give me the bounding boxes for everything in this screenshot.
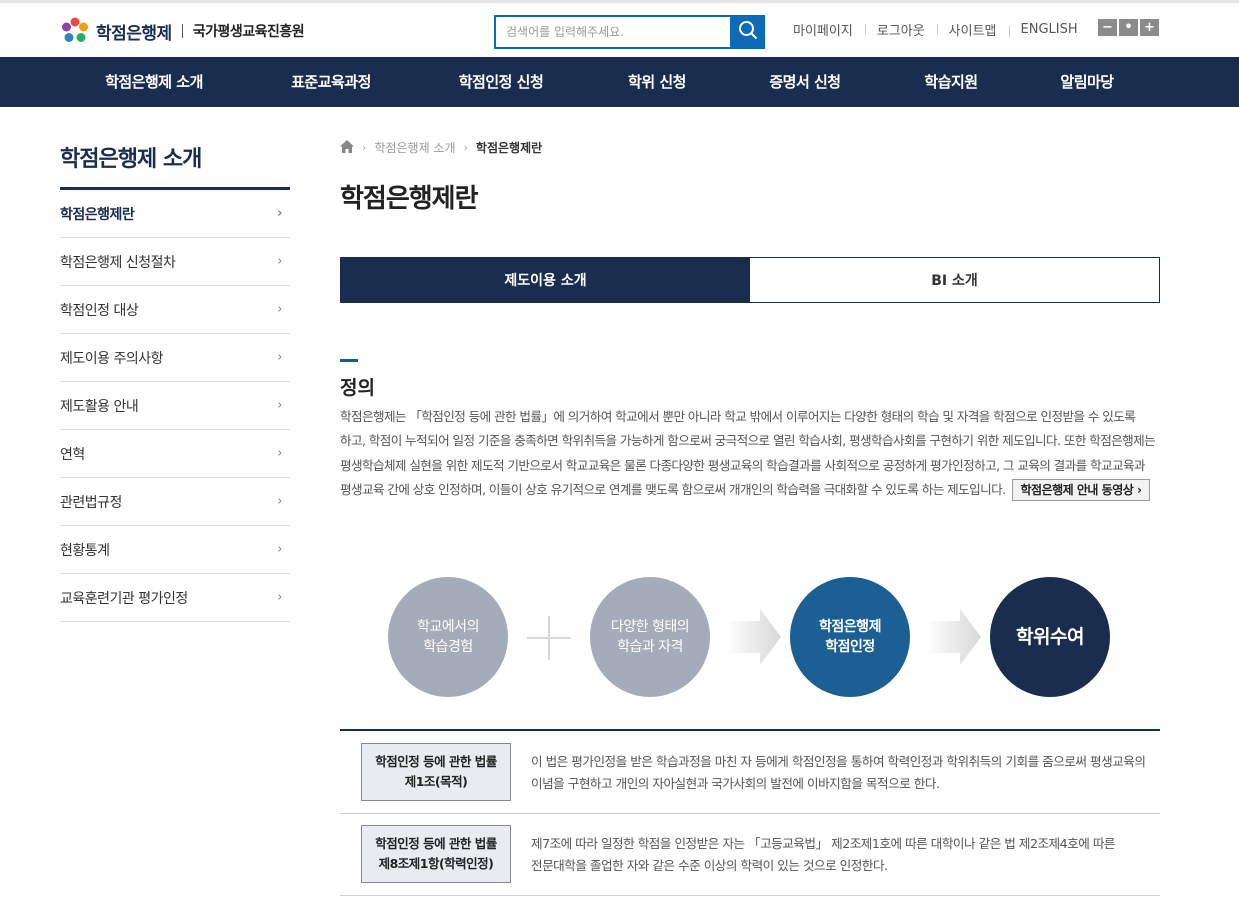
sidebar-title: 학점은행제 소개 — [60, 147, 202, 172]
sidebar-item-statistics[interactable]: 현황통계 › — [60, 526, 290, 574]
definition-title: 정의 — [340, 377, 375, 399]
arrow-right-icon — [726, 607, 781, 667]
gnb-item-degree-application[interactable]: 학위 신청 — [628, 57, 686, 107]
video-guide-label: 학점은행제 안내 동영상 — [1020, 482, 1134, 497]
page-title: 학점은행제란 — [340, 184, 479, 214]
logo-name: 학점은행제 — [96, 23, 172, 44]
step-school-learning: 학교에서의학습경험 — [388, 577, 508, 697]
logo-org: 국가평생교육진흥원 — [192, 24, 305, 40]
chevron-right-icon: › — [277, 590, 282, 605]
chevron-right-icon: › — [362, 141, 367, 154]
zoom-out-button[interactable]: − — [1098, 19, 1117, 36]
sidebar-item-label: 제도활용 안내 — [60, 398, 139, 415]
plus-icon — [527, 616, 571, 660]
step-line: 다양한 형태의 — [610, 619, 690, 635]
util-sitemap-link[interactable]: 사이트맵 — [936, 20, 1009, 39]
breadcrumb-current: 학점은행제란 — [475, 141, 543, 155]
section-marker — [340, 359, 358, 362]
sidebar-item-institution-eval[interactable]: 교육훈련기관 평가인정 › — [60, 574, 290, 622]
step-line: 학습경험 — [423, 639, 473, 655]
law-name-line: 제8조제1항(학력인정) — [378, 856, 494, 871]
law-name: 학점인정 등에 관한 법률제8조제1항(학력인정) — [361, 825, 511, 883]
tab-bi-intro[interactable]: BI 소개 — [750, 258, 1159, 302]
sidebar-item-history[interactable]: 연혁 › — [60, 430, 290, 478]
site-logo[interactable]: 학점은행제 국가평생교육진흥원 — [60, 16, 305, 46]
util-english-link[interactable]: ENGLISH — [1008, 22, 1090, 37]
law-name: 학점인정 등에 관한 법률제1조(목적) — [361, 743, 511, 801]
sidebar-item-label: 연혁 — [60, 446, 85, 463]
sidebar-item-eligibility[interactable]: 학점인정 대상 › — [60, 286, 290, 334]
gnb-item-intro[interactable]: 학점은행제 소개 — [105, 57, 203, 107]
step-line: 학점인정 — [825, 639, 875, 655]
logo-divider — [181, 24, 183, 38]
sidebar-item-label: 관련법규정 — [60, 494, 122, 511]
sidebar-item-label: 학점인정 대상 — [60, 302, 139, 319]
content-tabs: 제도이용 소개 BI 소개 — [340, 257, 1160, 303]
video-guide-button[interactable]: 학점은행제 안내 동영상 › — [1011, 478, 1151, 501]
step-various-learning: 다양한 형태의학습과 자격 — [590, 577, 710, 697]
gnb-item-notice[interactable]: 알림마당 — [1060, 57, 1114, 107]
global-nav: 학점은행제 소개 표준교육과정 학점인정 신청 학위 신청 증명서 신청 학습지… — [0, 57, 1239, 107]
gnb-item-learning-support[interactable]: 학습지원 — [924, 57, 978, 107]
util-logout-link[interactable]: 로그아웃 — [864, 20, 937, 39]
utility-links: 마이페이지 로그아웃 사이트맵 ENGLISH — [793, 20, 1090, 39]
step-degree-award: 학위수여 — [990, 577, 1110, 697]
sidebar-item-regulations[interactable]: 관련법규정 › — [60, 478, 290, 526]
chevron-right-icon: › — [277, 494, 282, 509]
step-credit-recognition: 학점은행제학점인정 — [790, 577, 910, 697]
step-line: 학습과 자격 — [617, 639, 683, 655]
definition-text: 학점은행제는 「학점인정 등에 관한 법률」에 의거하여 학교에서 뿐만 아니라… — [340, 405, 1160, 502]
home-icon[interactable] — [340, 139, 354, 156]
chevron-right-icon: › — [277, 446, 282, 461]
law-description: 제7조에 따라 일정한 학점을 인정받은 자는 「고등교육법」 제2조제1호에 … — [531, 836, 1116, 873]
law-name-line: 제1조(목적) — [404, 774, 468, 789]
law-name-line: 학점인정 등에 관한 법률 — [375, 754, 497, 769]
sidebar-item-cautions[interactable]: 제도이용 주의사항 › — [60, 334, 290, 382]
chevron-right-icon: › — [277, 350, 282, 365]
sidebar-menu: 학점은행제란 › 학점은행제 신청절차 › 학점인정 대상 › 제도이용 주의사항 › … — [60, 190, 290, 622]
sidebar-item-label: 현황통계 — [60, 542, 110, 559]
top-border — [0, 0, 1239, 3]
sidebar-item-usage-guide[interactable]: 제도활용 안내 › — [60, 382, 290, 430]
search-input[interactable] — [494, 15, 730, 49]
breadcrumb-section[interactable]: 학점은행제 소개 — [374, 139, 455, 156]
sidebar-item-credit-bank[interactable]: 학점은행제란 › — [60, 190, 290, 238]
step-line: 학교에서의 — [417, 619, 479, 635]
sidebar-item-label: 제도이용 주의사항 — [60, 350, 164, 367]
step-line: 학위수여 — [1016, 626, 1084, 648]
tab-system-intro[interactable]: 제도이용 소개 — [341, 258, 750, 302]
zoom-controls: − • + — [1098, 19, 1159, 36]
zoom-reset-button[interactable]: • — [1119, 19, 1138, 36]
law-row: 학점인정 등에 관한 법률제8조제1항(학력인정) 제7조에 따라 일정한 학점… — [340, 814, 1160, 896]
gnb-item-credit-application[interactable]: 학점인정 신청 — [459, 57, 544, 107]
logo-flower-icon — [60, 16, 90, 46]
chevron-right-icon: › — [277, 542, 282, 557]
arrow-right-icon — [926, 607, 981, 667]
zoom-in-button[interactable]: + — [1140, 19, 1159, 36]
law-row: 학점인정 등에 관한 법률제1조(목적) 이 법은 평가인정을 받은 학습과정을… — [340, 731, 1160, 814]
chevron-right-icon: › — [277, 398, 282, 413]
chevron-right-icon: › — [277, 206, 282, 221]
gnb-item-certificate[interactable]: 증명서 신청 — [769, 57, 841, 107]
gnb-item-standard-curriculum[interactable]: 표준교육과정 — [291, 57, 371, 107]
sidebar-item-label: 학점은행제란 — [60, 206, 135, 223]
law-description: 이 법은 평가인정을 받은 학습과정을 마친 자 등에게 학점인정을 통하여 학… — [531, 754, 1146, 791]
sidebar-item-procedure[interactable]: 학점은행제 신청절차 › — [60, 238, 290, 286]
sidebar-item-label: 교육훈련기관 평가인정 — [60, 590, 188, 607]
breadcrumb: › 학점은행제 소개 › 학점은행제란 — [340, 139, 542, 156]
chevron-right-icon: › — [277, 254, 282, 269]
search-icon — [738, 20, 758, 44]
util-mypage-link[interactable]: 마이페이지 — [793, 20, 865, 39]
sidebar-item-label: 학점은행제 신청절차 — [60, 254, 176, 271]
search-button[interactable] — [730, 15, 765, 49]
step-line: 학점은행제 — [819, 619, 881, 635]
chevron-right-icon: › — [463, 141, 468, 154]
chevron-right-icon: › — [277, 302, 282, 317]
search-box — [494, 15, 765, 49]
law-name-line: 학점인정 등에 관한 법률 — [375, 836, 497, 851]
